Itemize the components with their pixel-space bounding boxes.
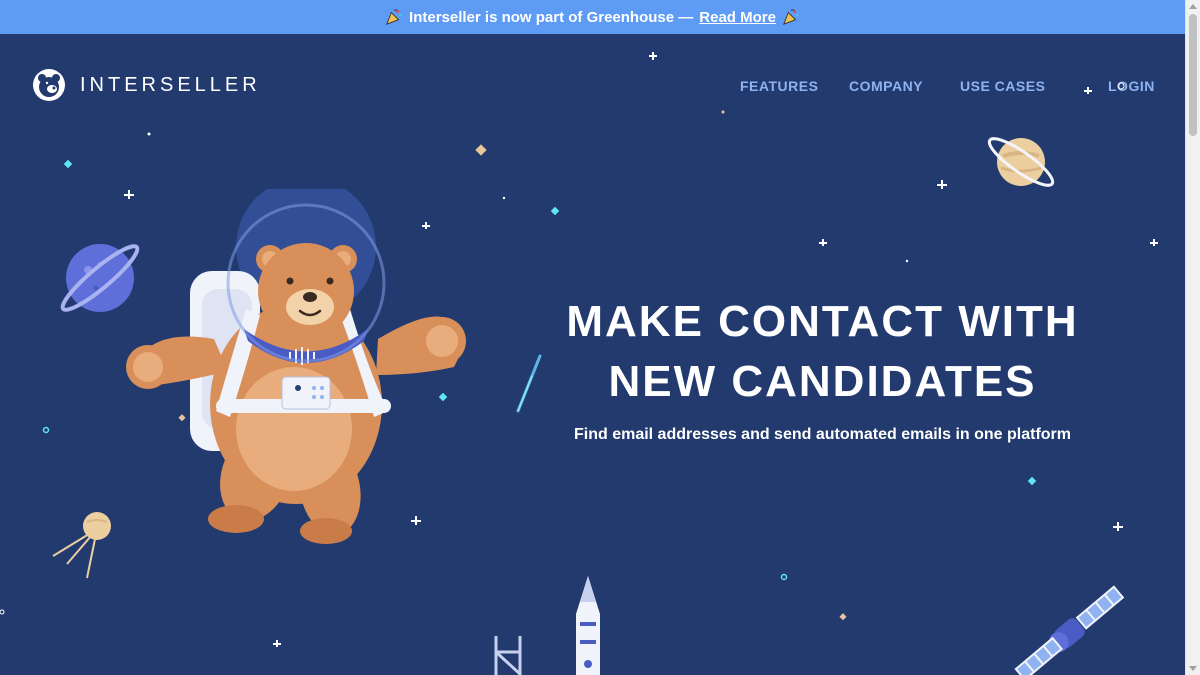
scroll-down-arrow-icon[interactable] [1189,666,1197,671]
star-icon [1113,522,1123,531]
astronaut-bear-icon [126,189,466,544]
banner-read-more-link[interactable]: Read More [699,9,776,26]
hero-section: INTERSELLER FEATURES COMPANY USE CASES L… [0,34,1185,675]
scroll-up-arrow-icon[interactable] [1189,4,1197,9]
sputnik-icon [52,512,111,579]
rocket-icon [494,576,600,675]
star-icon [937,180,947,189]
star-icon [1150,239,1158,246]
announcement-banner: Interseller is now part of Greenhouse — … [0,0,1185,34]
comet-icon [516,354,542,413]
scrollbar-thumb[interactable] [1189,14,1197,136]
star-icon [273,640,281,647]
star-icon [649,52,657,60]
party-popper-icon [782,9,799,25]
ringed-planet-icon [987,137,1055,187]
satellite-icon [1014,585,1125,675]
banner-text: Interseller is now part of Greenhouse — [409,8,694,26]
star-icon [1084,87,1092,94]
party-popper-icon [386,9,402,25]
page-scrollbar[interactable] [1185,0,1200,675]
star-icon [819,239,827,246]
